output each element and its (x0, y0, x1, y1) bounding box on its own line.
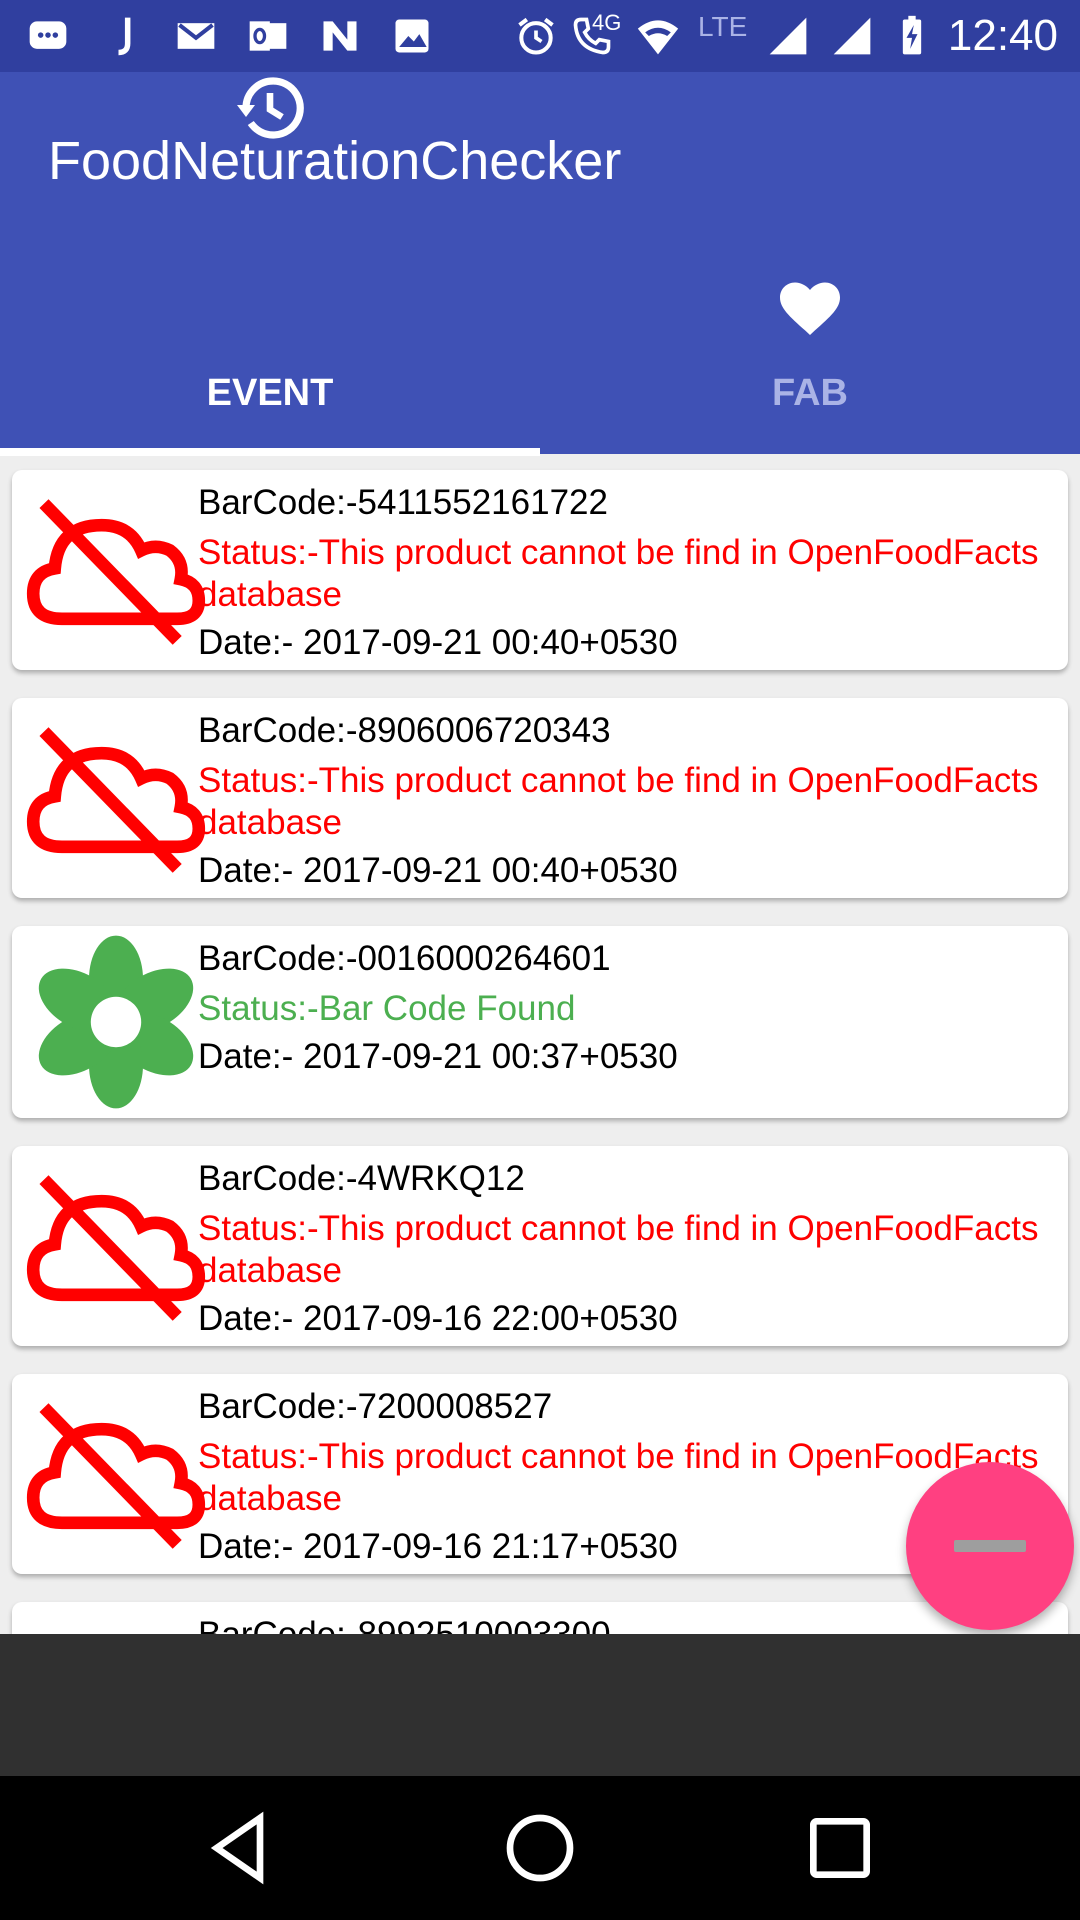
app-title: FoodNeturationChecker (48, 131, 622, 191)
heart-icon (774, 272, 846, 344)
history-icon (234, 72, 306, 144)
date-text: Date:- 2017-09-16 22:00+0530 (198, 1299, 678, 1338)
cloud-off-icon (26, 1386, 206, 1566)
clock: 12:40 (947, 11, 1058, 60)
barcode-text: BarCode:-4WRKQ12 (198, 1159, 525, 1198)
bottom-panel (0, 1634, 1080, 1776)
barcode-text: BarCode:-8906006720343 (198, 711, 611, 750)
tab-fab-label: FAB (772, 372, 848, 414)
signal-icon (766, 14, 810, 58)
date-text: Date:- 2017-09-21 00:40+0530 (198, 623, 678, 662)
status-text: Status:-This product cannot be find in O… (198, 761, 1039, 842)
back-icon[interactable] (200, 1808, 280, 1888)
cloud-off-icon (26, 482, 206, 662)
remove-fab-button[interactable] (906, 1462, 1074, 1630)
home-icon[interactable] (500, 1808, 580, 1888)
list-item[interactable]: BarCode:-8992510003300 (12, 1602, 1068, 1634)
j-icon (102, 14, 146, 58)
barcode-text: BarCode:-0016000264601 (198, 939, 611, 978)
chat-icon (26, 14, 70, 58)
status-text: Status:-This product cannot be find in O… (198, 1209, 1039, 1290)
list-item[interactable]: BarCode:-8906006720343 Status:-This prod… (12, 698, 1068, 898)
signal-icon (830, 14, 874, 58)
minus-icon (954, 1540, 1026, 1552)
n-icon (318, 14, 362, 58)
date-text: Date:- 2017-09-21 00:37+0530 (198, 1037, 678, 1076)
battery-charging-icon (890, 14, 934, 58)
status-text: Status:-This product cannot be find in O… (198, 533, 1039, 614)
flower-icon (26, 932, 206, 1112)
barcode-text: BarCode:-8992510003300 (198, 1614, 1060, 1634)
cloud-off-icon (26, 710, 206, 890)
list-item[interactable]: BarCode:-0016000264601 Status:-Bar Code … (12, 926, 1068, 1118)
status-text: Status:-Bar Code Found (198, 989, 576, 1028)
outlook-icon (246, 14, 290, 58)
wifi-icon (636, 14, 680, 58)
list-item[interactable]: BarCode:-4WRKQ12 Status:-This product ca… (12, 1146, 1068, 1346)
navigation-bar (0, 1776, 1080, 1920)
cloud-off-icon (26, 1158, 206, 1338)
tab-fab[interactable]: FAB (540, 200, 1080, 414)
barcode-text: BarCode:-5411552161722 (198, 483, 608, 522)
tab-event-label: EVENT (206, 372, 334, 414)
recents-icon[interactable] (800, 1808, 880, 1888)
list-item[interactable]: BarCode:-5411552161722 Status:-This prod… (12, 470, 1068, 670)
call-4g-label: 4G (592, 10, 622, 35)
tab-indicator (0, 448, 540, 456)
date-text: Date:- 2017-09-21 00:40+0530 (198, 851, 678, 890)
alarm-icon (514, 14, 558, 58)
image-icon (390, 14, 434, 58)
gmail-icon (174, 14, 218, 58)
lte-label: LTE (698, 11, 748, 42)
tab-event[interactable]: EVENT (0, 77, 540, 414)
event-list[interactable]: BarCode:-5411552161722 Status:-This prod… (0, 456, 1080, 1634)
barcode-text: BarCode:-7200008527 (198, 1387, 553, 1426)
status-bar: 4G LTE 12:40 (0, 0, 1080, 72)
